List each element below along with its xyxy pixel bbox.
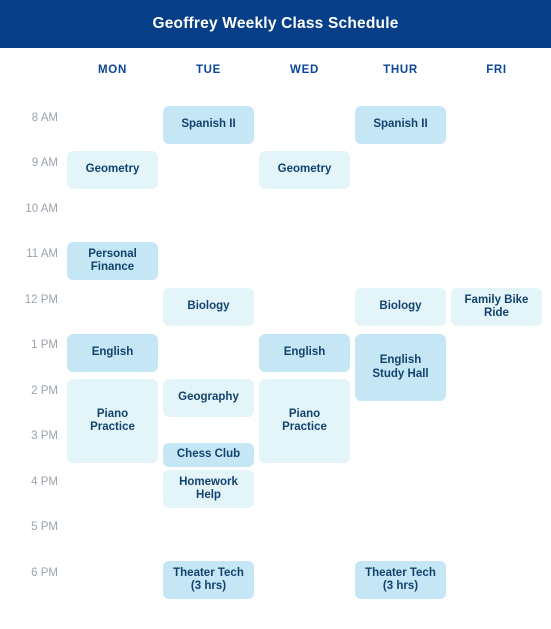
event-title: Piano Practice — [90, 407, 135, 434]
time-label: 9 AM — [31, 157, 58, 169]
day-header-row: MON TUE WED THUR FRI — [0, 48, 551, 88]
event-title: Homework Help — [179, 475, 238, 502]
event-title: Geometry — [277, 163, 332, 176]
event-title: English Study Hall — [372, 354, 429, 380]
event-block[interactable]: Family Bike Ride — [451, 288, 542, 326]
time-label: 6 PM — [31, 567, 58, 579]
event-block[interactable]: English — [67, 334, 158, 372]
day-header-mon: MON — [98, 64, 127, 76]
event-title: Family Bike Ride — [464, 293, 529, 320]
day-header-tue: TUE — [195, 64, 222, 76]
day-header-wed: WED — [290, 64, 319, 76]
event-title: Theater Tech (3 hrs) — [173, 566, 244, 593]
event-title: Spanish II — [373, 118, 428, 131]
event-title: Spanish II — [181, 118, 236, 131]
event-block[interactable]: Spanish II — [355, 106, 446, 144]
event-title: Chess Club — [176, 448, 241, 461]
event-title: Biology — [187, 300, 230, 313]
event-title: English — [283, 346, 326, 359]
schedule-grid: 8 AM 9 AM 10 AM 11 AM 12 PM 1 PM 2 PM 3 PM 4 PM 5… — [0, 88, 551, 629]
day-header-thur: THUR — [383, 64, 418, 76]
time-label: 5 PM — [31, 521, 58, 533]
page-title: Geoffrey Weekly Class Schedule — [152, 15, 399, 32]
event-block[interactable]: Personal Finance — [67, 242, 158, 280]
time-label: 2 PM — [31, 385, 58, 397]
event-title: Piano Practice — [282, 407, 327, 434]
event-block[interactable]: Biology — [163, 288, 254, 326]
event-block[interactable]: Piano Practice — [67, 379, 158, 463]
time-label: 8 AM — [31, 112, 58, 124]
event-title: Geography — [178, 391, 239, 404]
event-block[interactable]: English — [259, 334, 350, 372]
app-title-bar: Geoffrey Weekly Class Schedule — [0, 0, 551, 48]
event-block[interactable]: Piano Practice — [259, 379, 350, 463]
event-block[interactable]: Spanish II — [163, 106, 254, 144]
time-label: 11 AM — [26, 248, 58, 260]
event-title: Theater Tech (3 hrs) — [365, 566, 436, 593]
day-header-fri: FRI — [486, 64, 507, 76]
time-label: 10 AM — [25, 203, 58, 215]
event-block[interactable]: Geometry — [259, 151, 350, 189]
event-block[interactable]: Chess Club — [163, 443, 254, 467]
event-title: Geometry — [85, 163, 140, 176]
time-label: 12 PM — [24, 294, 58, 306]
time-label: 1 PM — [31, 339, 58, 351]
event-block[interactable]: English Study Hall — [355, 334, 446, 401]
time-label: 4 PM — [31, 476, 58, 488]
event-title: English — [91, 346, 134, 359]
event-block[interactable]: Homework Help — [163, 470, 254, 508]
event-block[interactable]: Theater Tech (3 hrs) — [355, 561, 446, 599]
weekly-schedule-app: Geoffrey Weekly Class Schedule MON TUE WED… — [0, 0, 551, 629]
event-block[interactable]: Biology — [355, 288, 446, 326]
event-block[interactable]: Geography — [163, 379, 254, 417]
event-title: Personal Finance — [88, 247, 137, 274]
time-label: 3 PM — [31, 430, 58, 442]
event-title: Biology — [379, 300, 422, 313]
event-block[interactable]: Theater Tech (3 hrs) — [163, 561, 254, 599]
event-block[interactable]: Geometry — [67, 151, 158, 189]
